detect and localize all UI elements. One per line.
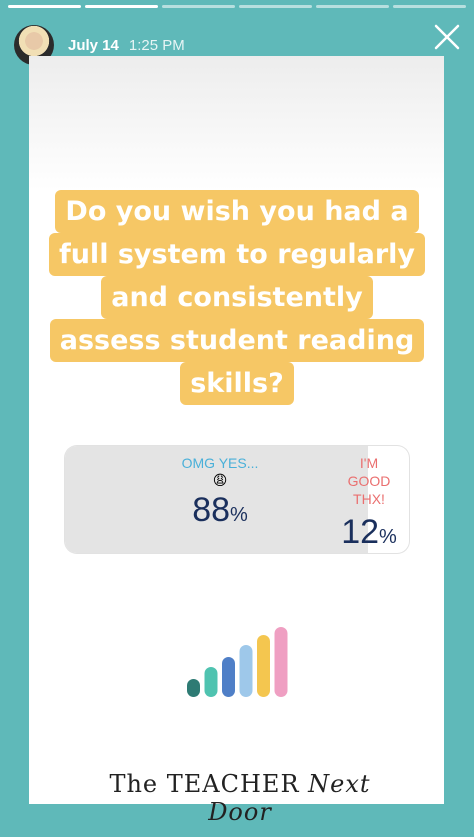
poll-option-good[interactable]: I'M GOOD THX! 12%	[329, 446, 409, 552]
poll-option-yes[interactable]: OMG YES... 😩 88%	[155, 446, 285, 530]
weary-face-emoji: 😩	[212, 473, 228, 489]
question-line: and consistently	[101, 276, 373, 319]
poll-option-percent: 88%	[192, 491, 248, 529]
story-progress-segment	[85, 5, 158, 8]
story-progress-segment	[162, 5, 235, 8]
question-sticker: Do you wish you had a full system to reg…	[0, 190, 474, 405]
signal-bar	[204, 667, 218, 697]
signal-bar	[274, 627, 288, 697]
question-line: assess student reading	[49, 319, 425, 362]
question-line: skills?	[180, 362, 294, 405]
story-progress-segment	[239, 5, 312, 8]
signal-bar	[239, 645, 253, 697]
poll-option-label: OMG YES...	[181, 455, 259, 471]
story-progress	[8, 5, 466, 8]
close-button[interactable]	[432, 22, 462, 52]
poll-option-percent: 12%	[341, 513, 397, 551]
story-progress-segment	[393, 5, 466, 8]
story-progress-segment	[8, 5, 81, 8]
poll-option-label: I'M GOOD THX!	[347, 455, 391, 507]
question-line: full system to regularly	[48, 233, 426, 276]
signal-bar	[257, 635, 270, 697]
poll-sticker[interactable]: OMG YES... 😩 88% I'M GOOD THX! 12%	[65, 446, 409, 553]
story-date: July 14	[68, 36, 119, 54]
signal-bar	[187, 679, 200, 697]
question-line: Do you wish you had a	[55, 190, 419, 233]
signal-bar	[222, 657, 235, 697]
brand-logo: The TEACHER Next Door	[109, 770, 371, 826]
story-progress-segment	[316, 5, 389, 8]
story-time: 1:25 PM	[128, 36, 185, 54]
signal-bars-graphic	[185, 625, 295, 697]
close-icon	[434, 24, 460, 50]
